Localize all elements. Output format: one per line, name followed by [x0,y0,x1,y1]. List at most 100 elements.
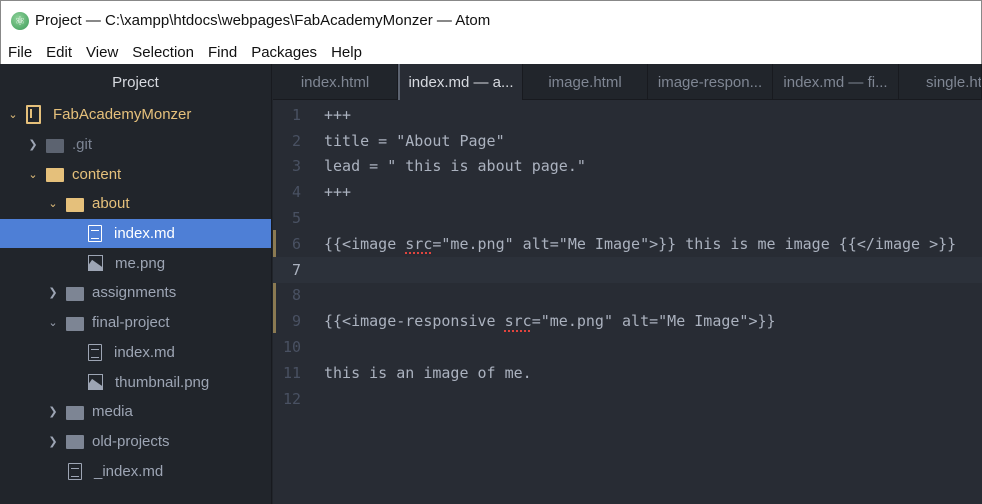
code-line[interactable]: 11 this is an image of me. [273,360,982,386]
tree-item-label: FabAcademyMonzer [53,106,192,124]
tree-item-content-folder[interactable]: ⌄ content [0,159,271,189]
tree-item-me-png[interactable]: me.png [0,248,271,278]
tree-item-old-projects-folder[interactable]: ❯ old-projects [0,427,271,457]
text-editor[interactable]: 1 +++ 2 title = "About Page" 3 lead = " this … [273,100,982,504]
code-line[interactable]: 3 lead = " this is about page." [273,154,982,180]
tree-item-label: _index.md [94,462,164,480]
code-text: +++ [324,105,352,124]
line-number: 5 [291,209,301,228]
tree-item-label: thumbnail.png [115,373,210,391]
code-line[interactable]: 4 +++ [273,179,982,205]
atom-icon: ⚛ [11,11,29,30]
folder-icon [66,286,84,301]
code-line[interactable]: 2 title = "About Page" [273,128,982,154]
tree-item-media-folder[interactable]: ❯ media [0,397,271,427]
tree-item-label: about [92,195,130,213]
code-text: {{<image-responsive src="me.png" alt="Me… [324,312,776,331]
folder-icon [66,435,84,450]
folder-icon [66,316,84,331]
title-bar: ⚛ Project — C:\xampp\htdocs\webpages\Fab… [0,0,982,40]
chevron-right-icon[interactable]: ❯ [26,138,40,151]
folder-icon [46,138,64,153]
tree-item-thumbnail-png[interactable]: thumbnail.png [0,367,271,397]
line-number: 6 [291,234,301,253]
line-number: 12 [282,389,301,408]
line-number: 8 [291,286,301,305]
chevron-down-icon[interactable]: ⌄ [46,316,60,329]
menu-bar: File Edit View Selection Find Packages H… [0,40,982,64]
folder-icon [46,168,64,183]
tree-item-assignments-folder[interactable]: ❯ assignments [0,278,271,308]
code-text: this is an image of me. [324,363,532,382]
code-line[interactable]: 8 [273,283,982,309]
tab-image-html[interactable]: image.html [523,64,648,100]
tree-item-final-project-index-md[interactable]: index.md [0,338,271,368]
file-text-icon [88,225,102,243]
tree-item-label: index.md [114,343,175,361]
menu-view[interactable]: View [86,44,118,61]
menu-edit[interactable]: Edit [46,44,72,61]
code-text: +++ [324,183,352,202]
line-number: 2 [291,131,301,150]
code-line[interactable]: 1 +++ [273,102,982,128]
tree-item-label: media [92,403,133,421]
tree-item-label: assignments [92,284,177,302]
tab-bar: index.html index.md — a... image.html im… [273,64,982,101]
project-panel-title: Project [112,73,159,91]
spell-error-underline: src [405,234,433,253]
tab-index-html[interactable]: index.html [273,64,398,100]
tab-final-project-index-md[interactable]: index.md — fi... [773,64,899,100]
tree-item-label: content [72,165,122,183]
folder-icon [66,405,84,420]
code-text: lead = " this is about page." [324,157,586,176]
code-line[interactable]: 9 {{<image-responsive src="me.png" alt="M… [273,308,982,334]
tree-item-about-index-md[interactable]: index.md [0,218,271,249]
tree-item-about-folder[interactable]: ⌄ about [0,189,271,219]
line-number: 10 [282,338,301,357]
line-number: 7 [291,260,301,279]
tree-item-label: old-projects [92,432,170,450]
chevron-right-icon[interactable]: ❯ [46,405,60,418]
menu-packages[interactable]: Packages [251,44,317,61]
tree-item-label: final-project [92,314,170,332]
chevron-right-icon[interactable]: ❯ [46,435,60,448]
line-number: 3 [291,157,301,176]
file-text-icon [68,462,82,480]
tree-item-label: me.png [115,254,166,272]
chevron-down-icon[interactable]: ⌄ [26,168,40,181]
code-line[interactable]: 6 {{<image src="me.png" alt="Me Image">}}… [273,231,982,257]
file-text-icon [88,343,102,361]
menu-selection[interactable]: Selection [132,44,194,61]
tree-item-label: index.md [114,225,175,243]
menu-find[interactable]: Find [208,44,237,61]
file-image-icon [88,255,103,272]
code-line[interactable]: 5 [273,205,982,231]
code-line[interactable]: 12 [273,386,982,412]
menu-file[interactable]: File [8,44,32,61]
chevron-right-icon[interactable]: ❯ [46,286,60,299]
window-title: Project — C:\xampp\htdocs\webpages\FabAc… [35,12,491,29]
tree-item-git-folder[interactable]: ❯ .git [0,130,271,160]
menu-help[interactable]: Help [331,44,362,61]
code-text: title = "About Page" [324,131,505,150]
line-number: 11 [282,363,301,382]
chevron-down-icon[interactable]: ⌄ [6,108,20,121]
tree-item-final-project-folder[interactable]: ⌄ final-project [0,308,271,338]
code-text: {{<image src="me.png" alt="Me Image">}} … [324,234,957,253]
spell-error-underline: src [504,312,532,331]
code-line[interactable]: 10 [273,334,982,360]
tab-single-html[interactable]: single.ht [899,64,982,100]
tab-about-index-md[interactable]: index.md — a... [398,64,523,101]
folder-icon [66,197,84,212]
tree-item-label: .git [72,136,93,154]
tree-item-content-index-md[interactable]: _index.md [0,456,271,486]
line-number: 1 [291,105,301,124]
tree-item-repo-root[interactable]: ⌄ FabAcademyMonzer [0,100,271,130]
chevron-down-icon[interactable]: ⌄ [46,197,60,210]
repo-icon [26,105,41,125]
project-tree-panel: Project ⌄ FabAcademyMonzer ❯ .git ⌄ cont… [0,64,272,504]
tab-image-responsive[interactable]: image-respon... [648,64,773,100]
code-line[interactable]: 7 [273,256,982,283]
line-number: 9 [291,312,301,331]
file-image-icon [88,374,103,391]
